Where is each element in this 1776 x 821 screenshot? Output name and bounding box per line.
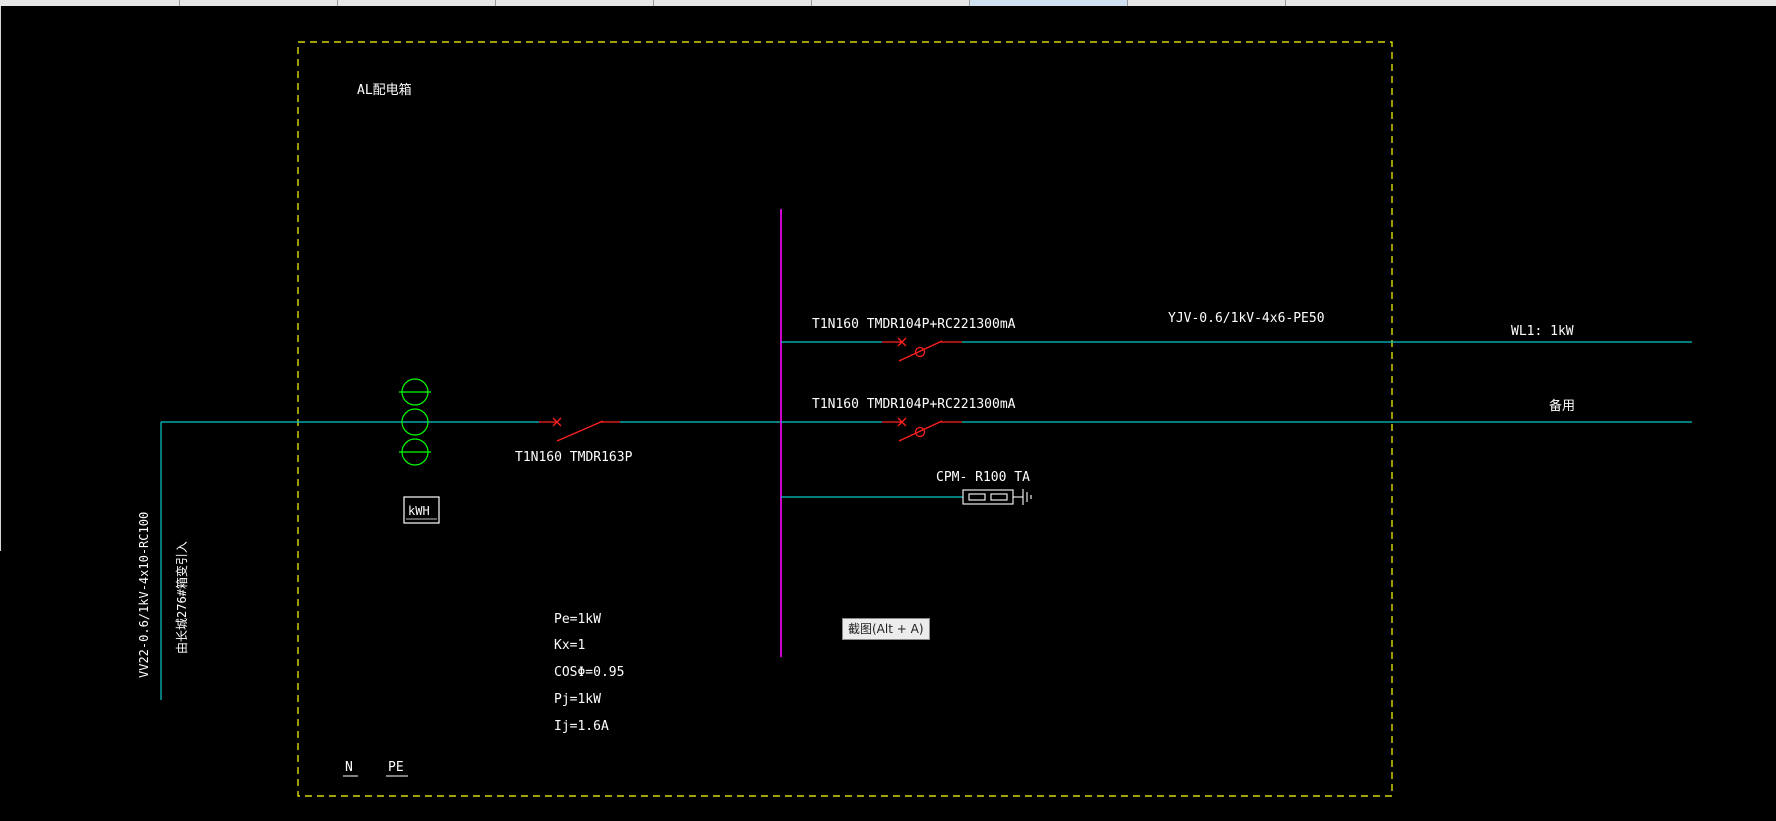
main-breaker-icon (539, 417, 620, 442)
panel-title: AL配电箱 (357, 82, 412, 98)
panel-frame (297, 41, 1393, 797)
load-calc-pj: Pj=1kW (554, 692, 601, 707)
load-calc-pe: Pe=1kW (554, 612, 601, 627)
screenshot-tooltip: 截图(Alt + A) (842, 618, 930, 640)
feeder-2-breaker-icon (882, 417, 962, 442)
incoming-source-label: 由长城276#箱变引入 (174, 541, 189, 654)
cad-drawing-canvas[interactable]: AL配电箱 VV22-0.6/1kV-4x10-RC100 由长城276#箱变引… (0, 0, 1776, 821)
load-calc-ij: Ij=1.6A (554, 719, 609, 734)
load-calc-kx: Kx=1 (554, 638, 585, 653)
feeder-2-breaker-label: T1N160 TMDR104P+RC221300mA (812, 397, 1016, 412)
incoming-cable-label: VV22-0.6/1kV-4x10-RC100 (137, 512, 151, 678)
feeder-1-cable-label: YJV-0.6/1kV-4x6-PE50 (1168, 311, 1325, 326)
energy-meter-label: kWH (408, 504, 430, 518)
main-breaker-label: T1N160 TMDR163P (515, 450, 633, 465)
feeder-2-circuit-label: 备用 (1549, 398, 1575, 414)
pe-bus-label: PE (388, 760, 404, 775)
surge-protector-icon (962, 489, 1032, 505)
neutral-bus-label: N (345, 760, 353, 775)
feeder-1-circuit-label: WL1: 1kW (1511, 324, 1574, 339)
feeder-1-breaker-label: T1N160 TMDR104P+RC221300mA (812, 317, 1016, 332)
feeder-1-breaker-icon (882, 337, 962, 362)
spd-label: CPM- R100 TA (936, 470, 1030, 485)
load-calc-cos: COSΦ=0.95 (554, 665, 624, 680)
